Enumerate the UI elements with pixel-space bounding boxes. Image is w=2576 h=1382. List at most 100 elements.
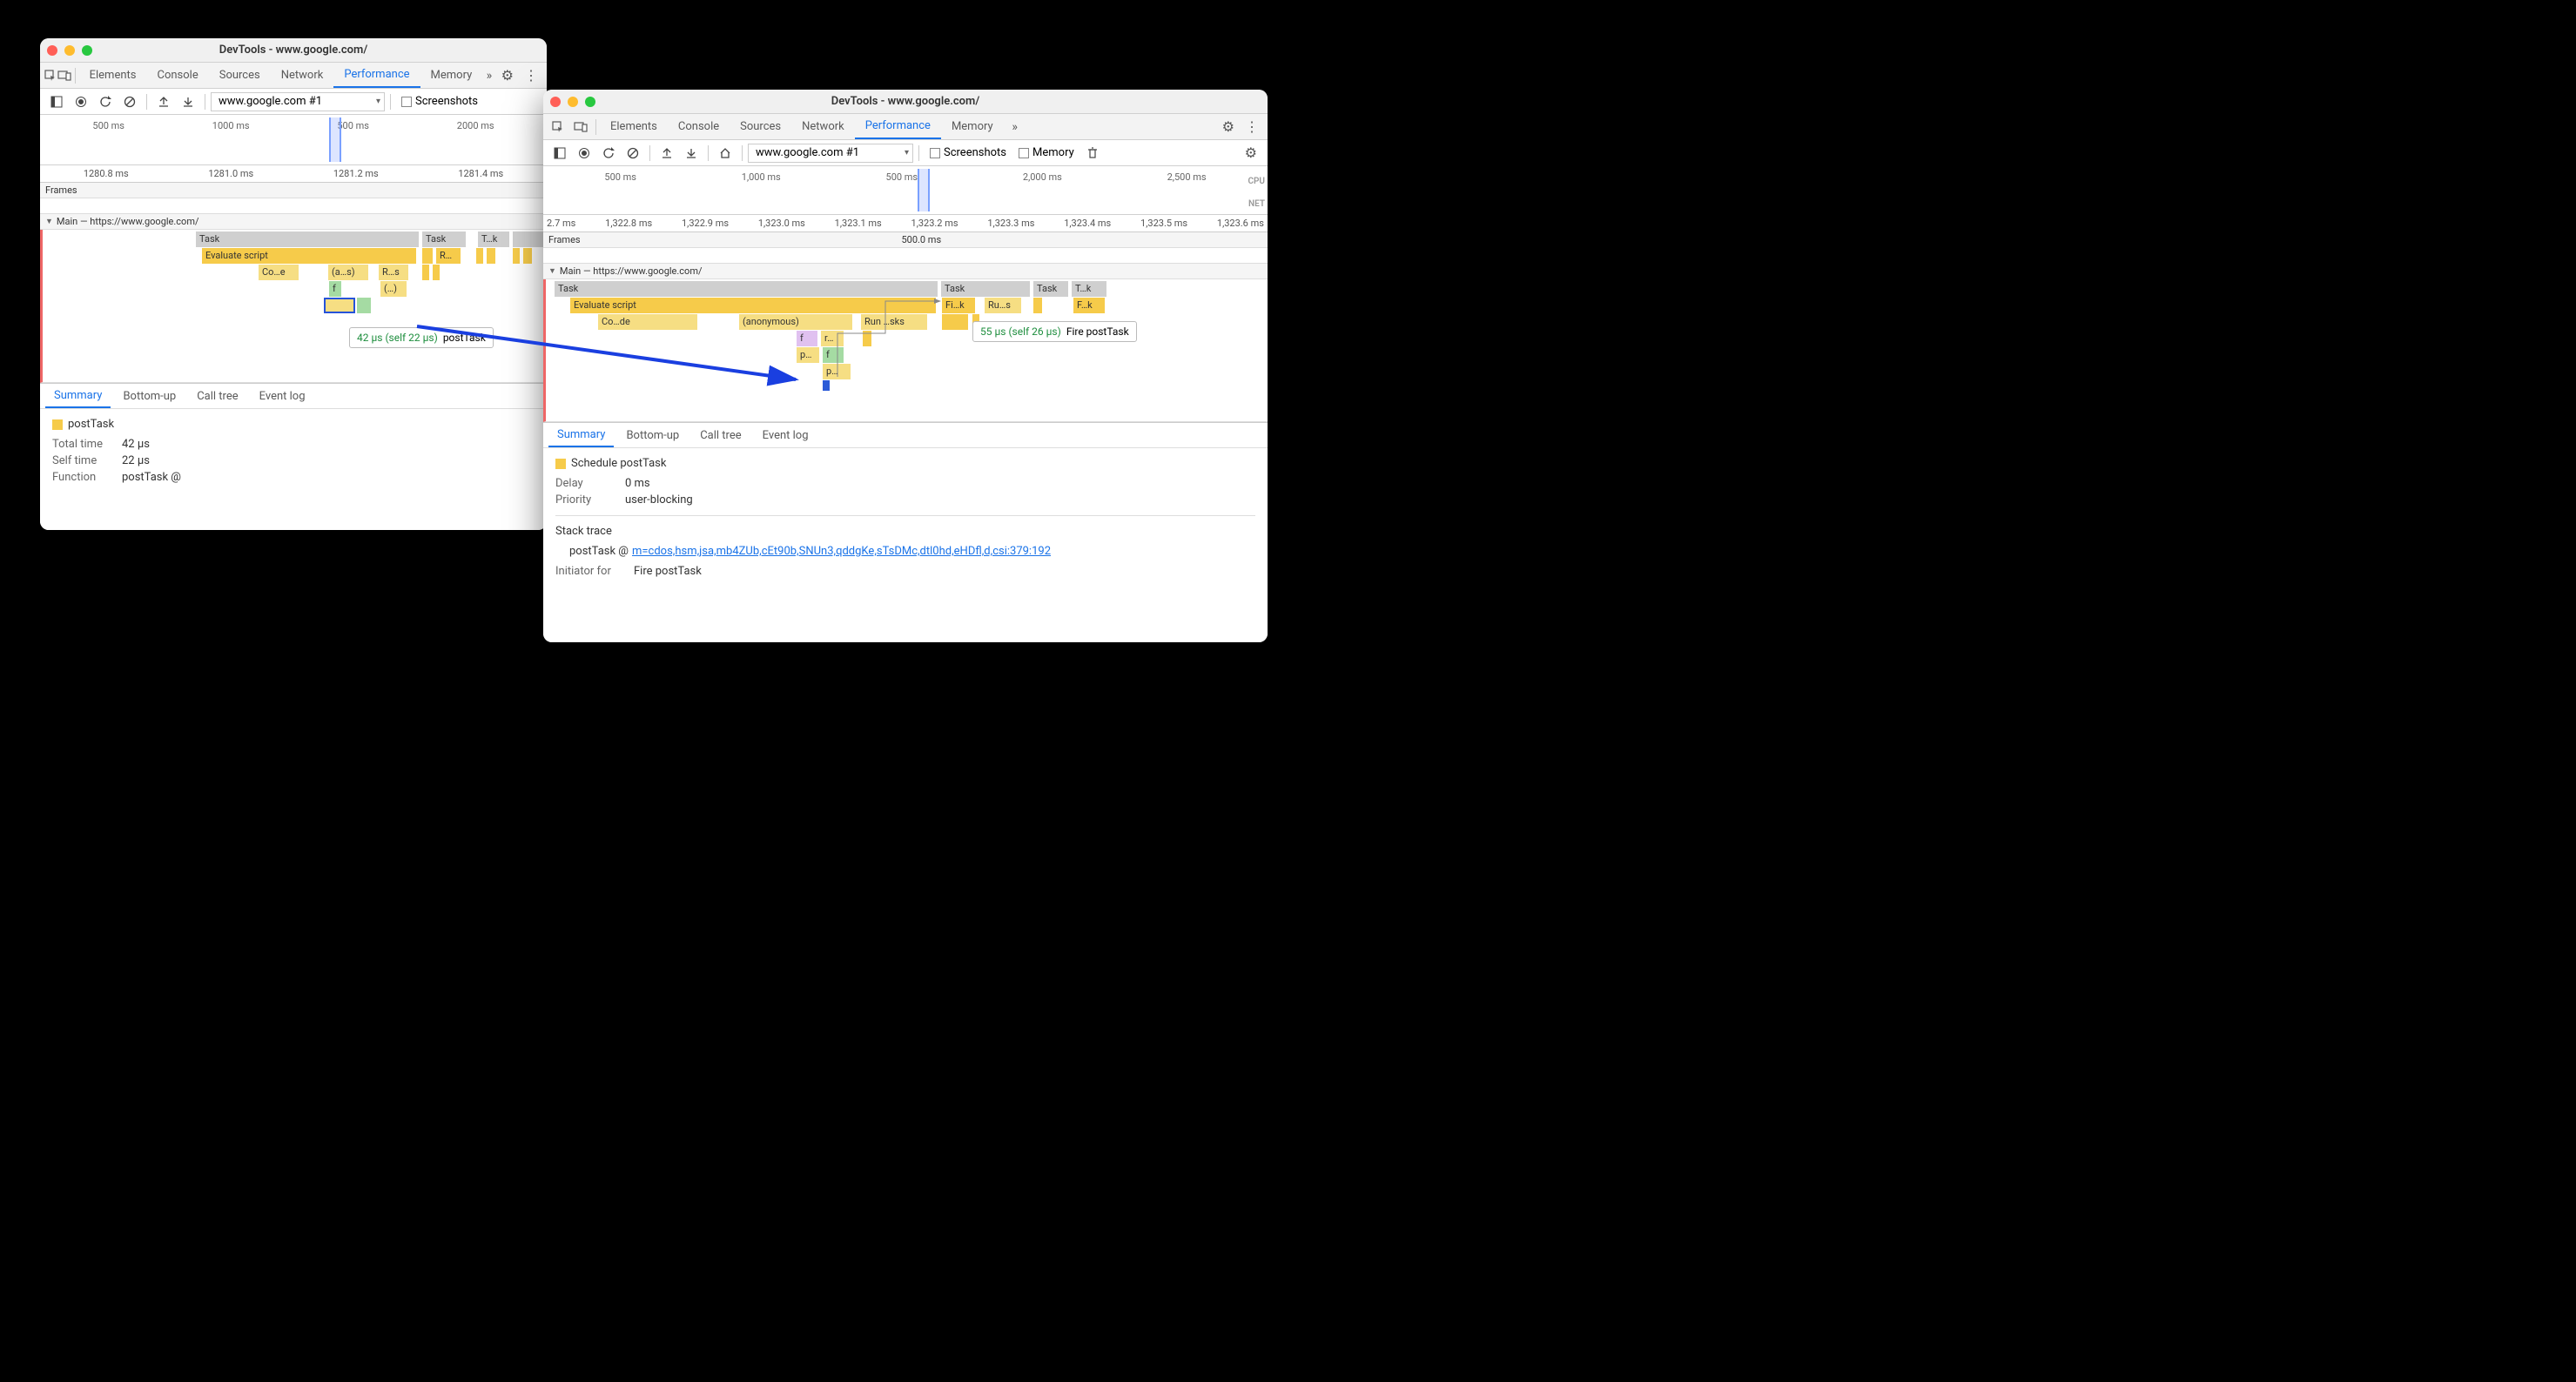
reload-icon[interactable] xyxy=(94,91,117,113)
dock-side-icon[interactable] xyxy=(45,91,68,113)
flame-fn[interactable]: f xyxy=(329,281,341,297)
flame-fn[interactable]: Ru…s xyxy=(985,298,1021,313)
upload-icon[interactable] xyxy=(152,91,175,113)
flame-fn[interactable]: r… xyxy=(821,331,844,346)
dock-side-icon[interactable] xyxy=(548,142,571,164)
flame-fn[interactable]: f xyxy=(823,347,844,363)
overview-selection-handle[interactable] xyxy=(329,117,341,162)
flame-task[interactable]: T…k xyxy=(478,231,509,247)
settings-gear-icon[interactable]: ⚙ xyxy=(1217,118,1240,135)
tab-performance[interactable]: Performance xyxy=(333,63,420,88)
close-window-button[interactable] xyxy=(550,97,561,107)
tab-memory[interactable]: Memory xyxy=(420,63,483,88)
download-icon[interactable] xyxy=(177,91,199,113)
time-ruler[interactable]: 2.7 ms 1,322.8 ms 1,322.9 ms 1,323.0 ms … xyxy=(543,215,1268,232)
flame-fn[interactable]: Run …sks xyxy=(861,314,927,330)
gc-icon[interactable] xyxy=(1081,142,1104,164)
time-ruler[interactable]: 1280.8 ms 1281.0 ms 1281.2 ms 1281.4 ms xyxy=(40,165,547,183)
tab-event-log[interactable]: Event log xyxy=(251,384,314,408)
flame-task[interactable]: Task xyxy=(196,231,419,247)
frames-body[interactable] xyxy=(40,198,547,214)
device-toggle-icon[interactable] xyxy=(569,114,592,139)
flame-fn[interactable]: R… xyxy=(436,248,461,264)
titlebar[interactable]: DevTools - www.google.com/ xyxy=(543,90,1268,114)
tab-bottom-up[interactable]: Bottom-up xyxy=(114,384,185,408)
maximize-window-button[interactable] xyxy=(585,97,595,107)
flame-task[interactable]: T…k xyxy=(1072,281,1106,297)
tab-bottom-up[interactable]: Bottom-up xyxy=(617,423,688,447)
flame-fire-posttask[interactable]: Fi…k xyxy=(942,298,975,313)
flame-fn[interactable] xyxy=(487,248,495,264)
tab-network[interactable]: Network xyxy=(271,63,334,88)
timeline-overview[interactable]: 500 ms 1,000 ms 500 ms 2,000 ms 2,500 ms… xyxy=(543,166,1268,215)
flame-fn[interactable]: R…s xyxy=(379,265,408,280)
upload-icon[interactable] xyxy=(656,142,678,164)
flame-evaluate-script[interactable]: Evaluate script xyxy=(202,248,416,264)
download-icon[interactable] xyxy=(680,142,703,164)
flame-fn[interactable]: p… xyxy=(797,347,819,363)
titlebar[interactable]: DevTools - www.google.com/ xyxy=(40,38,547,63)
flame-fn[interactable] xyxy=(422,265,429,280)
flame-fn[interactable]: F…k xyxy=(1073,298,1105,313)
flame-task[interactable]: Task xyxy=(422,231,466,247)
main-section-header[interactable]: ▼ Main — https://www.google.com/ xyxy=(40,214,547,230)
maximize-window-button[interactable] xyxy=(82,45,92,56)
flame-chart[interactable]: Task Task Task T…k Evaluate script Fi…k … xyxy=(543,279,1268,422)
close-window-button[interactable] xyxy=(47,45,57,56)
recording-selector[interactable]: www.google.com #1 xyxy=(211,92,385,111)
tab-summary[interactable]: Summary xyxy=(45,384,111,408)
settings-gear-icon[interactable]: ⚙ xyxy=(496,67,519,84)
stack-trace-link[interactable]: m=cdos,hsm,jsa,mb4ZUb,cEt90b,SNUn3,qddgK… xyxy=(632,545,1051,558)
flame-fn[interactable]: Co…de xyxy=(598,314,697,330)
screenshots-checkbox[interactable]: Screenshots xyxy=(396,95,483,108)
minimize-window-button[interactable] xyxy=(568,97,578,107)
inspect-element-icon[interactable] xyxy=(44,63,57,88)
timeline-overview[interactable]: 500 ms 1000 ms 500 ms 2000 ms xyxy=(40,115,547,165)
flame-fn[interactable] xyxy=(1033,298,1042,313)
minimize-window-button[interactable] xyxy=(64,45,75,56)
flame-fn[interactable] xyxy=(422,248,433,264)
tab-console[interactable]: Console xyxy=(668,114,730,139)
tab-elements[interactable]: Elements xyxy=(79,63,147,88)
screenshots-checkbox[interactable]: Screenshots xyxy=(925,146,1012,159)
clear-icon[interactable] xyxy=(118,91,141,113)
device-toggle-icon[interactable] xyxy=(57,63,71,88)
overview-selection-handle[interactable] xyxy=(918,169,930,211)
frames-body[interactable] xyxy=(543,248,1268,264)
tab-event-log[interactable]: Event log xyxy=(754,423,817,447)
flame-task[interactable] xyxy=(513,231,544,247)
flame-evaluate-script[interactable]: Evaluate script xyxy=(570,298,936,313)
frames-section-header[interactable]: Frames xyxy=(40,183,547,198)
kebab-menu-icon[interactable]: ⋮ xyxy=(519,67,543,84)
tab-elements[interactable]: Elements xyxy=(600,114,668,139)
flame-fn[interactable] xyxy=(357,298,371,313)
flame-selected-marker[interactable] xyxy=(823,380,830,391)
flame-chart[interactable]: Task Task T…k Evaluate script R… Co…e (a… xyxy=(40,230,547,383)
record-button[interactable] xyxy=(70,91,92,113)
home-icon[interactable] xyxy=(714,142,736,164)
flame-fn[interactable] xyxy=(942,314,968,330)
tab-summary[interactable]: Summary xyxy=(548,423,614,447)
memory-checkbox[interactable]: Memory xyxy=(1013,146,1079,159)
tab-call-tree[interactable]: Call tree xyxy=(691,423,750,447)
flame-fn[interactable] xyxy=(863,331,871,346)
inspect-element-icon[interactable] xyxy=(547,114,569,139)
tab-sources[interactable]: Sources xyxy=(730,114,791,139)
flame-task[interactable]: Task xyxy=(1033,281,1068,297)
reload-icon[interactable] xyxy=(597,142,620,164)
more-tabs-icon[interactable]: » xyxy=(1004,114,1026,139)
kebab-menu-icon[interactable]: ⋮ xyxy=(1240,118,1264,135)
flame-anonymous[interactable]: (anonymous) xyxy=(739,314,852,330)
tab-call-tree[interactable]: Call tree xyxy=(188,384,246,408)
flame-task[interactable]: Task xyxy=(941,281,1030,297)
flame-task[interactable]: Task xyxy=(555,281,938,297)
flame-fn[interactable] xyxy=(513,248,520,264)
main-section-header[interactable]: ▼ Main — https://www.google.com/ xyxy=(543,264,1268,279)
flame-fn[interactable] xyxy=(523,248,532,264)
flame-fn[interactable]: p… xyxy=(823,364,851,379)
tab-memory[interactable]: Memory xyxy=(941,114,1004,139)
tab-console[interactable]: Console xyxy=(146,63,208,88)
recording-selector[interactable]: www.google.com #1 xyxy=(748,144,913,163)
flame-fn[interactable]: Co…e xyxy=(259,265,299,280)
flame-fn[interactable]: f xyxy=(797,331,817,346)
